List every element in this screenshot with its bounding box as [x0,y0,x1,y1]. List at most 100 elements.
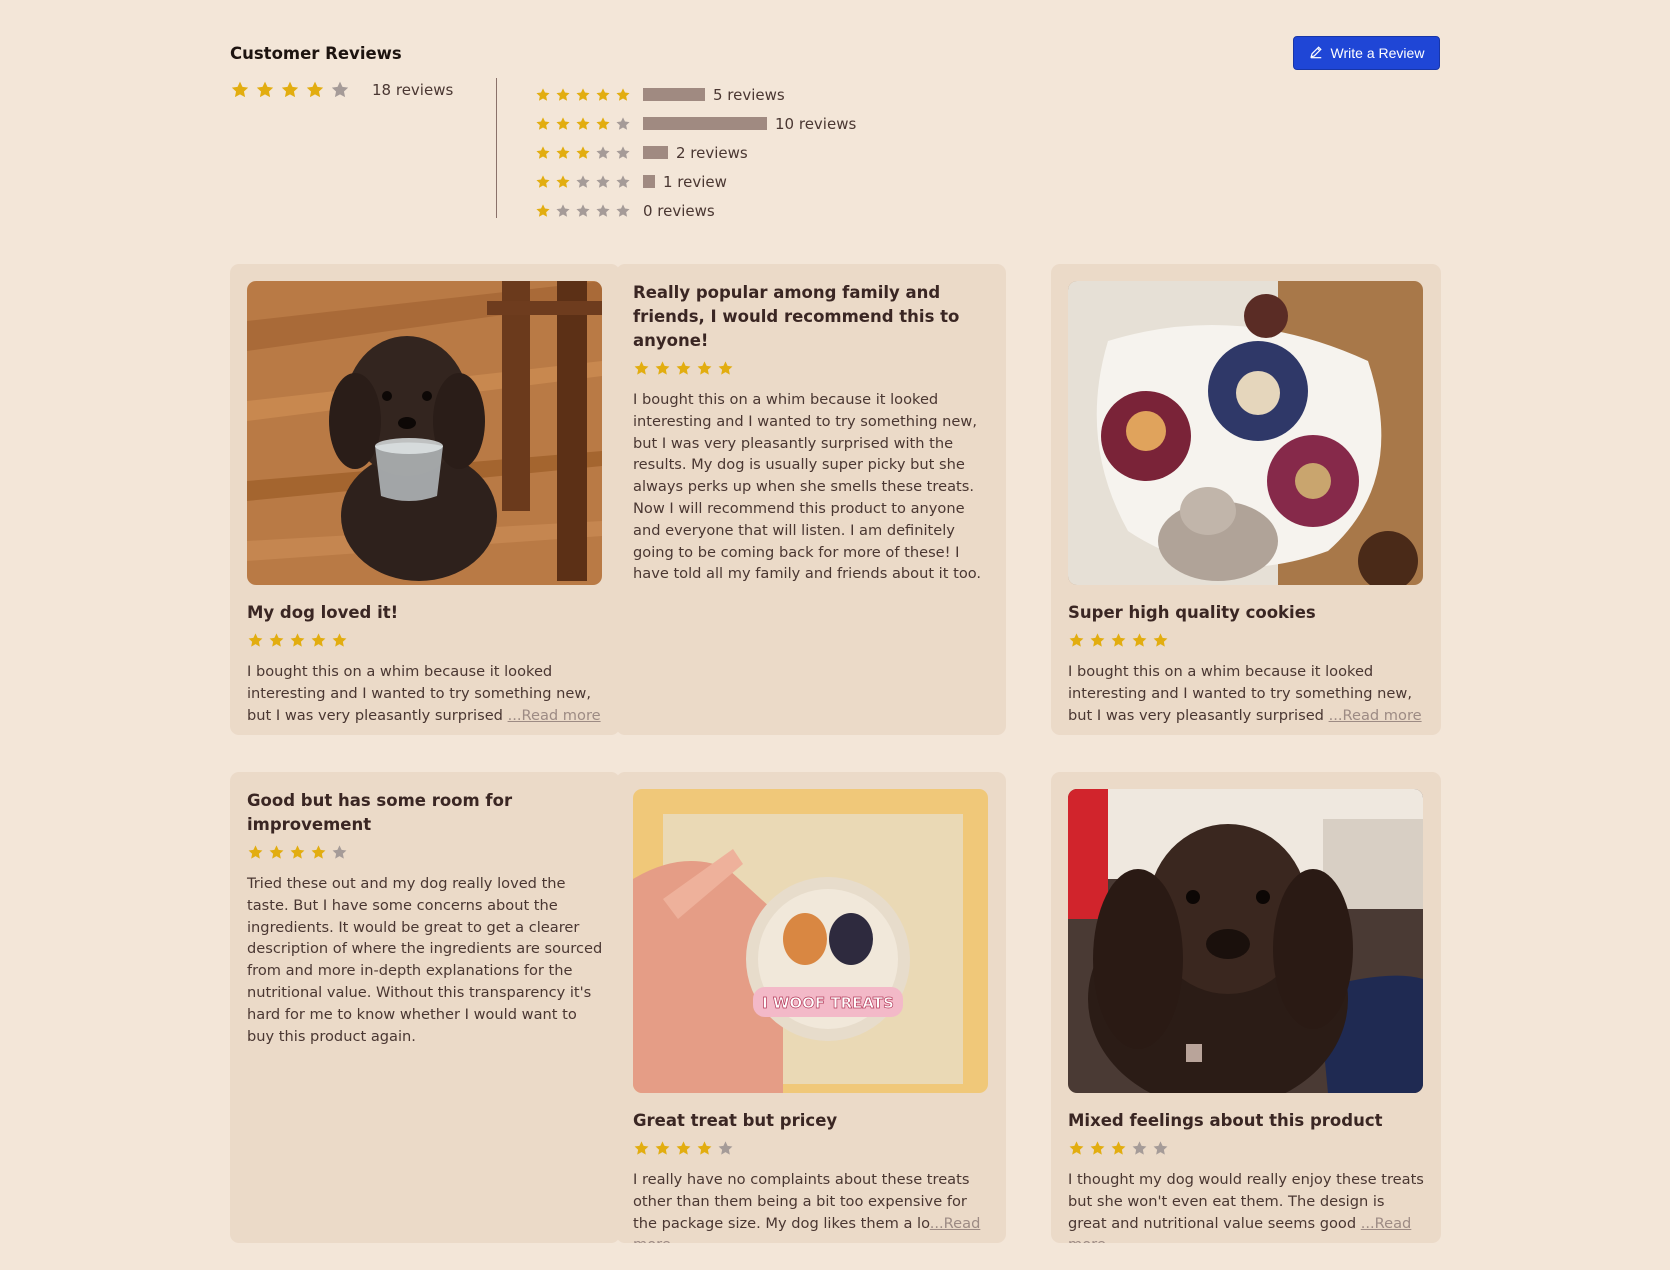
star-filled-icon [535,116,551,132]
review-card[interactable]: I WOOF TREATS Great treat but pricey I r… [616,772,1006,1243]
star-filled-icon [1110,632,1127,649]
breakdown-stars [535,116,631,132]
review-title: Great treat but pricey [633,1111,838,1130]
review-text: I really have no complaints about these … [633,1169,989,1243]
star-filled-icon [555,116,571,132]
star-filled-icon [268,632,285,649]
star-empty-icon [615,203,631,219]
star-empty-icon [595,203,611,219]
review-photo[interactable]: I WOOF TREATS [633,789,988,1093]
star-filled-icon [247,632,264,649]
star-filled-icon [535,145,551,161]
rating-breakdown: 5 reviews 10 reviews 2 reviews 1 review [535,80,856,225]
breakdown-row[interactable]: 0 reviews [535,196,856,225]
review-stars [247,632,603,649]
star-filled-icon [268,844,285,861]
star-empty-icon [1131,1140,1148,1157]
star-filled-icon [1089,632,1106,649]
star-filled-icon [535,203,551,219]
star-filled-icon [654,360,671,377]
review-stars [1068,632,1424,649]
star-empty-icon [717,1140,734,1157]
star-empty-icon [331,844,348,861]
summary-divider [496,78,497,218]
star-filled-icon [555,145,571,161]
review-card[interactable]: Super high quality cookies I bought this… [1051,264,1441,735]
review-stars [633,360,989,377]
breakdown-row[interactable]: 10 reviews [535,109,856,138]
star-filled-icon [1131,632,1148,649]
star-filled-icon [305,80,325,100]
review-card[interactable]: My dog loved it! I bought this on a whim… [230,264,620,735]
review-title: Super high quality cookies [1068,603,1316,622]
star-empty-icon [615,116,631,132]
review-stars [1068,1140,1424,1157]
breakdown-stars [535,87,631,103]
star-filled-icon [575,145,591,161]
star-filled-icon [1110,1140,1127,1157]
star-empty-icon [555,203,571,219]
breakdown-row[interactable]: 5 reviews [535,80,856,109]
star-filled-icon [696,1140,713,1157]
read-more-link[interactable]: ...Read more [1329,707,1422,724]
breakdown-bar [643,146,668,159]
star-filled-icon [595,116,611,132]
review-card[interactable]: Really popular among family and friends,… [616,264,1006,735]
star-filled-icon [633,360,650,377]
star-filled-icon [310,844,327,861]
read-more-link[interactable]: ...Read more [508,707,601,724]
breakdown-label: 2 reviews [676,143,748,162]
review-card[interactable]: Mixed feelings about this product I thou… [1051,772,1441,1243]
star-filled-icon [230,80,250,100]
star-empty-icon [575,174,591,190]
review-text: I thought my dog would really enjoy thes… [1068,1169,1424,1243]
star-filled-icon [575,87,591,103]
star-filled-icon [289,844,306,861]
star-filled-icon [289,632,306,649]
star-filled-icon [1152,632,1169,649]
star-empty-icon [595,145,611,161]
star-filled-icon [675,360,692,377]
star-filled-icon [280,80,300,100]
star-empty-icon [615,145,631,161]
breakdown-label: 0 reviews [643,201,715,220]
breakdown-stars [535,203,631,219]
review-text: I bought this on a whim because it looke… [247,661,603,726]
review-text: I bought this on a whim because it looke… [633,391,982,583]
star-filled-icon [310,632,327,649]
review-card[interactable]: Good but has some room for improvement T… [230,772,620,1243]
breakdown-bar [643,175,655,188]
review-photo[interactable] [1068,281,1423,585]
review-text: Tried these out and my dog really loved … [247,875,603,1045]
star-filled-icon [1068,1140,1085,1157]
star-filled-icon [675,1140,692,1157]
review-title: Good but has some room for improvement [247,791,513,834]
page-title: Customer Reviews [230,44,402,63]
review-photo[interactable] [1068,789,1423,1093]
summary-stars [230,80,350,100]
breakdown-stars [535,145,631,161]
star-filled-icon [717,360,734,377]
write-review-button[interactable]: Write a Review [1293,36,1440,70]
star-filled-icon [555,87,571,103]
review-stars [247,844,603,861]
reviews-page: Customer Reviews Write a Review 18 revie… [0,0,1670,1270]
breakdown-bar [643,117,767,130]
star-filled-icon [1068,632,1085,649]
star-filled-icon [255,80,275,100]
star-filled-icon [696,360,713,377]
star-empty-icon [575,203,591,219]
review-photo[interactable] [247,281,602,585]
review-count: 18 reviews [372,81,454,99]
breakdown-label: 1 review [663,172,727,191]
pencil-icon [1309,45,1323,62]
review-title: Really popular among family and friends,… [633,283,960,350]
breakdown-row[interactable]: 2 reviews [535,138,856,167]
star-empty-icon [595,174,611,190]
star-filled-icon [633,1140,650,1157]
star-filled-icon [555,174,571,190]
breakdown-row[interactable]: 1 review [535,167,856,196]
star-filled-icon [331,632,348,649]
cookie-text: I WOOF TREATS [762,994,894,1012]
breakdown-label: 5 reviews [713,85,785,104]
